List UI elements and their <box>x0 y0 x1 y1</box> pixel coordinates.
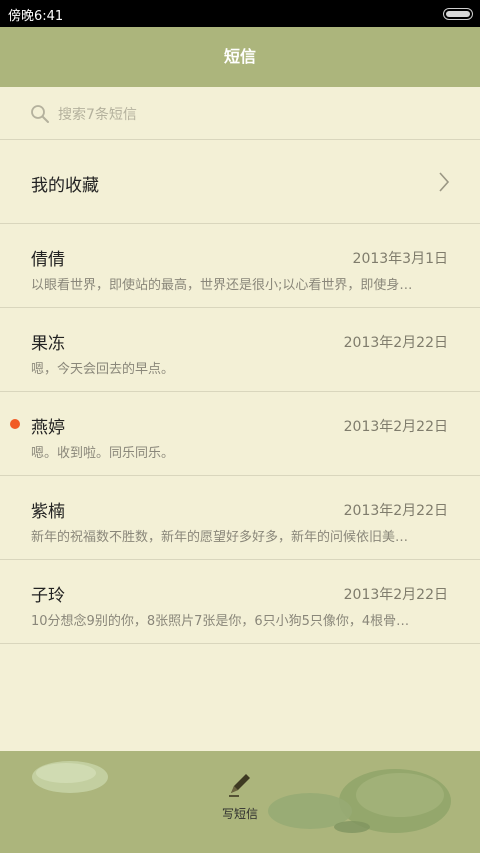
search-icon <box>31 105 49 123</box>
unread-dot <box>10 419 20 429</box>
bottom-bar: 写短信 <box>0 751 480 853</box>
page-title: 短信 <box>0 27 480 87</box>
message-preview: 10分想念9别的你，8张照片7张是你，6只小狗5只像你，4根骨… <box>31 614 410 629</box>
message-date: 2013年2月22日 <box>343 503 448 519</box>
search-input[interactable]: 搜索7条短信 <box>58 104 137 124</box>
status-bar: 傍晚6:41 <box>0 0 480 27</box>
status-time: 傍晚6:41 <box>8 9 64 24</box>
pen-icon <box>229 774 250 797</box>
chevron-right-icon <box>439 172 450 192</box>
contact-name: 倩倩 <box>31 250 65 270</box>
message-date: 2013年2月22日 <box>343 335 448 351</box>
contact-name: 果冻 <box>31 334 65 354</box>
message-preview: 新年的祝福数不胜数，新年的愿望好多好多，新年的问候依旧美… <box>31 530 409 545</box>
conversation-item[interactable]: 倩倩 2013年3月1日 以眼看世界，即使站的最高，世界还是很小;以心看世界，即… <box>0 224 480 308</box>
message-date: 2013年2月22日 <box>343 587 448 603</box>
compose-button[interactable]: 写短信 <box>210 769 270 829</box>
conversation-item[interactable]: 紫楠 2013年2月22日 新年的祝福数不胜数，新年的愿望好多好多，新年的问候依… <box>0 476 480 560</box>
conversation-item[interactable]: 果冻 2013年2月22日 嗯，今天会回去的早点。 <box>0 308 480 392</box>
compose-label: 写短信 <box>221 807 258 821</box>
contact-name: 子玲 <box>31 586 65 606</box>
conversation-item[interactable]: 燕婷 2013年2月22日 嗯。收到啦。同乐同乐。 <box>0 392 480 476</box>
message-date: 2013年3月1日 <box>352 251 448 267</box>
favorites-label: 我的收藏 <box>31 176 99 196</box>
contact-name: 紫楠 <box>31 502 65 522</box>
contact-name: 燕婷 <box>31 418 65 438</box>
favorites-row[interactable]: 我的收藏 <box>0 140 480 224</box>
search-bar[interactable]: 搜索7条短信 <box>0 87 480 140</box>
message-preview: 以眼看世界，即使站的最高，世界还是很小;以心看世界，即使身… <box>31 278 413 293</box>
message-preview: 嗯。收到啦。同乐同乐。 <box>31 446 175 461</box>
conversation-item[interactable]: 子玲 2013年2月22日 10分想念9别的你，8张照片7张是你，6只小狗5只像… <box>0 560 480 644</box>
message-preview: 嗯，今天会回去的早点。 <box>31 362 175 377</box>
message-date: 2013年2月22日 <box>343 419 448 435</box>
battery-icon <box>443 8 473 20</box>
